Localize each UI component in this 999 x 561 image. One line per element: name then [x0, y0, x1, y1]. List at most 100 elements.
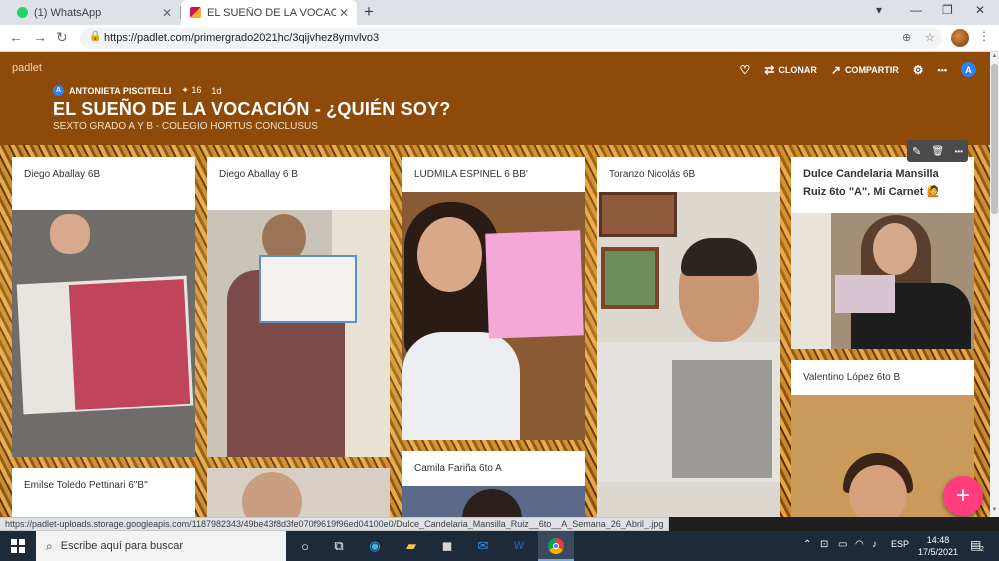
- mail-icon[interactable]: ✉: [474, 537, 492, 555]
- paper-panel: [68, 279, 191, 410]
- scroll-thumb[interactable]: [991, 64, 998, 214]
- minimize-button[interactable]: —: [910, 3, 922, 17]
- address-bar[interactable]: 🔒 https://padlet.com/primergrado2021hc/3…: [80, 28, 942, 49]
- post-card[interactable]: [207, 468, 390, 517]
- header-actions: ♡ ⇄ CLONAR ↗ COMPARTIR ⚙ ••• A: [740, 62, 976, 77]
- tab-search-icon[interactable]: ▾: [876, 3, 882, 17]
- word-icon[interactable]: W: [510, 537, 528, 555]
- menu-icon[interactable]: ⋮: [978, 29, 990, 43]
- tab-title: EL SUEÑO DE LA VOCACIÓN - ¿Q: [207, 6, 336, 19]
- padlet-logo[interactable]: padlet: [12, 62, 42, 74]
- child-head: [242, 472, 302, 517]
- post-caption: Diego Aballay 6B: [24, 169, 101, 180]
- gear-icon[interactable]: ⚙: [913, 63, 924, 77]
- language-indicator[interactable]: ESP: [891, 539, 909, 549]
- back-button[interactable]: ←: [9, 29, 23, 45]
- forward-button[interactable]: →: [33, 29, 47, 45]
- url-text[interactable]: https://padlet.com/primergrado2021hc/3qi…: [104, 32, 379, 44]
- new-tab-button[interactable]: +: [364, 2, 374, 22]
- profile-avatar[interactable]: [951, 29, 969, 47]
- cortana-icon[interactable]: ○: [296, 537, 314, 555]
- user-avatar[interactable]: A: [961, 62, 976, 77]
- post-toolbar: ✎ 🗑 •••: [907, 140, 968, 162]
- post-card[interactable]: Toranzo Nicolás 6B: [597, 157, 780, 517]
- windows-start-icon[interactable]: [11, 539, 25, 553]
- tab-padlet[interactable]: EL SUEÑO DE LA VOCACIÓN - ¿Q ✕: [181, 0, 357, 25]
- share-button[interactable]: ↗ COMPARTIR: [831, 63, 899, 77]
- search-placeholder: Escribe aquí para buscar: [60, 540, 184, 552]
- wifi-icon[interactable]: ◠: [855, 539, 864, 550]
- meet-icon[interactable]: ⊡: [820, 539, 828, 550]
- clone-button[interactable]: ⇄ CLONAR: [764, 63, 817, 77]
- padlet-board: padlet A ANTONIETA PISCITELLI ✦ 16 1d EL…: [0, 52, 990, 517]
- tab-whatsapp[interactable]: (1) WhatsApp ✕: [8, 0, 180, 25]
- post-caption: LUDMILA ESPINEL 6 BB': [414, 169, 528, 180]
- post-caption: Toranzo Nicolás 6B: [609, 169, 696, 180]
- chrome-icon[interactable]: [547, 537, 565, 555]
- post-card[interactable]: LUDMILA ESPINEL 6 BB': [402, 157, 585, 440]
- post-card[interactable]: Camila Fariña 6to A: [402, 451, 585, 517]
- picture-frame: [599, 192, 677, 237]
- post-photo[interactable]: [402, 192, 585, 440]
- clock-date: 17/5/2021: [917, 547, 959, 557]
- share-icon: ↗: [830, 62, 841, 77]
- tray-expand-icon[interactable]: ⌃: [803, 539, 811, 550]
- post-caption: Emilse Toledo Pettinari 6"B": [24, 480, 148, 491]
- post-card[interactable]: Diego Aballay 6 B: [207, 157, 390, 457]
- file-explorer-icon[interactable]: ▰: [402, 537, 420, 555]
- reload-button[interactable]: ↻: [56, 29, 68, 46]
- clock-time: 14:48: [926, 535, 950, 545]
- post-card[interactable]: Diego Aballay 6B: [12, 157, 195, 457]
- close-tab-icon[interactable]: ✕: [159, 6, 175, 20]
- taskbar-search[interactable]: ⌕ Escribe aquí para buscar: [36, 531, 286, 561]
- child-face: [849, 465, 907, 517]
- heart-icon[interactable]: ♡: [740, 63, 751, 77]
- store-icon[interactable]: ◼: [438, 537, 456, 555]
- close-window-button[interactable]: ✕: [975, 3, 985, 17]
- post-photo[interactable]: [597, 192, 780, 517]
- post-photo[interactable]: [791, 213, 974, 349]
- install-icon[interactable]: ⊕: [902, 31, 911, 44]
- post-photo[interactable]: [207, 468, 390, 517]
- close-tab-icon[interactable]: ✕: [336, 6, 352, 20]
- link-status-bubble: https://padlet-uploads.storage.googleapi…: [0, 517, 670, 531]
- battery-icon[interactable]: ▭: [838, 539, 847, 550]
- lock-icon[interactable]: 🔒: [89, 31, 101, 42]
- volume-icon[interactable]: ♪: [872, 539, 877, 550]
- author-name: ANTONIETA PISCITELLI: [69, 85, 172, 96]
- star-icon[interactable]: ☆: [925, 31, 935, 44]
- share-label: COMPARTIR: [844, 64, 899, 75]
- scroll-down-icon[interactable]: ▼: [990, 507, 999, 513]
- post-card[interactable]: Dulce Candelaria Mansilla Ruiz 6to "A". …: [791, 157, 974, 349]
- paper-sheet: [835, 275, 895, 313]
- post-caption: Camila Fariña 6to A: [414, 463, 502, 474]
- task-view-icon[interactable]: ⧉: [330, 537, 348, 555]
- edge-icon[interactable]: ◉: [366, 537, 384, 555]
- post-photo[interactable]: [12, 210, 195, 457]
- author-row: A ANTONIETA PISCITELLI ✦ 16 1d: [53, 85, 221, 96]
- scroll-up-icon[interactable]: ▲: [990, 53, 999, 59]
- post-caption: Diego Aballay 6 B: [219, 169, 298, 180]
- edit-icon[interactable]: ✎: [912, 145, 921, 158]
- post-age: 1d: [211, 85, 222, 96]
- more-icon[interactable]: •••: [954, 147, 962, 156]
- child-face: [417, 217, 482, 292]
- paper-panel: [672, 360, 772, 478]
- pink-paper: [485, 230, 584, 339]
- page-scrollbar[interactable]: ▲ ▼: [990, 52, 999, 517]
- child-body: [402, 332, 520, 440]
- paper-sheet: [259, 255, 357, 323]
- page-subtitle: SEXTO GRADO A Y B - COLEGIO HORTUS CONCL…: [53, 121, 318, 132]
- picture-frame: [601, 247, 659, 309]
- post-photo[interactable]: [207, 210, 390, 457]
- padlet-header: padlet A ANTONIETA PISCITELLI ✦ 16 1d EL…: [0, 52, 990, 145]
- delete-icon[interactable]: 🗑: [932, 146, 945, 157]
- post-caption: Valentino López 6to B: [803, 372, 901, 383]
- more-icon[interactable]: •••: [938, 65, 947, 75]
- post-card[interactable]: Emilse Toledo Pettinari 6"B": [12, 468, 195, 517]
- post-photo[interactable]: [402, 486, 585, 517]
- add-post-button[interactable]: +: [943, 476, 983, 516]
- clone-icon: ⇄: [764, 62, 775, 77]
- taskbar-clock[interactable]: 14:48 17/5/2021: [915, 534, 961, 558]
- restore-button[interactable]: ❐: [942, 3, 953, 17]
